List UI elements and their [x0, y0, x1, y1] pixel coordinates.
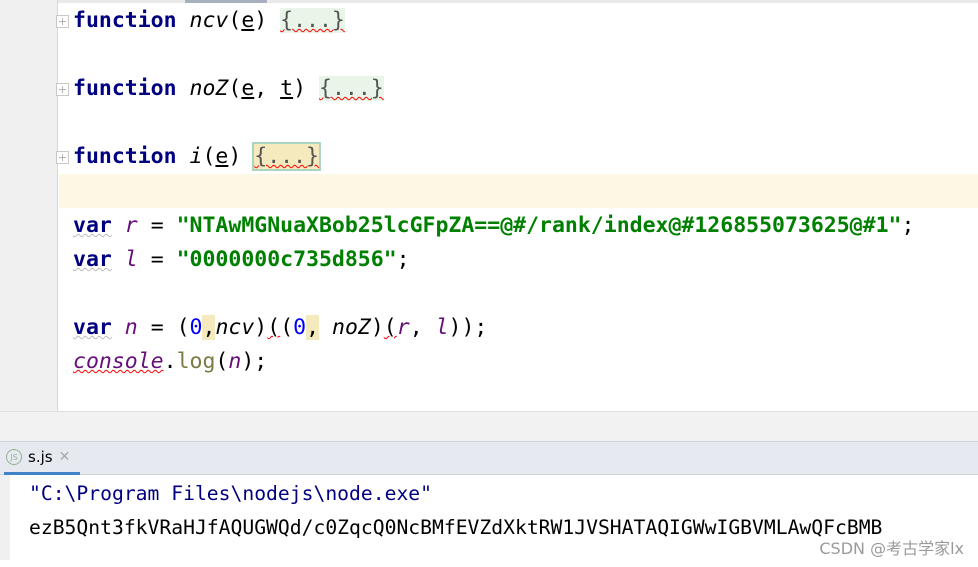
tab-label: s.js	[28, 448, 53, 466]
code-line-var-l[interactable]: var l = "0000000c735d856";	[73, 243, 410, 277]
param: e	[241, 76, 255, 101]
watermark: CSDN @考古学家lx	[819, 539, 964, 558]
variable: n	[228, 349, 242, 374]
param: e	[241, 8, 255, 33]
keyword: function	[73, 144, 177, 169]
number-literal: 0	[293, 315, 307, 340]
param: t	[280, 76, 294, 101]
string-literal: "0000000c735d856"	[176, 247, 397, 272]
function-name: noZ	[189, 76, 229, 101]
plus-box-icon[interactable]: +	[56, 151, 69, 164]
close-icon[interactable]: ✕	[59, 449, 71, 465]
folded-code-placeholder[interactable]: {...}	[319, 76, 384, 101]
variable: l	[124, 247, 138, 272]
plus-box-icon[interactable]: +	[56, 83, 69, 96]
tab-run-s-js[interactable]: JS s.js ✕	[4, 442, 80, 475]
panel-divider[interactable]	[0, 411, 978, 441]
console-object: console	[73, 349, 164, 374]
folded-code-placeholder[interactable]: {...}	[252, 142, 321, 171]
plus-box-icon[interactable]: +	[56, 15, 69, 28]
keyword: function	[73, 8, 177, 33]
keyword: var	[73, 247, 112, 272]
variable: r	[396, 315, 410, 340]
string-literal: "NTAwMGNuaXBob25lcGFpZA==@#/rank/index@#…	[176, 213, 902, 238]
console-command: "C:\Program Files\nodejs\node.exe"	[29, 482, 432, 505]
variable: r	[124, 213, 138, 238]
code-line-console-log[interactable]: console.log(n);	[73, 345, 267, 379]
code-editor[interactable]: + function ncv(e) {...} + function noZ(e…	[0, 0, 978, 411]
horizontal-scrollbar-thumb[interactable]	[185, 0, 267, 3]
number-literal: 0	[189, 315, 203, 340]
folded-code-placeholder[interactable]: {...}	[280, 8, 345, 33]
keyword: var	[73, 213, 112, 238]
variable: l	[435, 315, 449, 340]
keyword: var	[73, 315, 112, 340]
param: e	[215, 144, 229, 169]
function-ref: ncv	[215, 315, 255, 340]
code-line-var-r[interactable]: var r = "NTAwMGNuaXBob25lcGFpZA==@#/rank…	[73, 209, 914, 243]
keyword: function	[73, 76, 177, 101]
function-name: ncv	[189, 8, 229, 33]
code-line-function-ncv[interactable]: function ncv(e) {...}	[73, 4, 345, 38]
current-line-highlight	[59, 174, 978, 208]
editor-gutter	[4, 0, 58, 411]
code-line-function-i[interactable]: function i(e) {...}	[73, 140, 321, 174]
console-output: ezB5Qnt3fkVRaHJfAQUGWQd/c0ZqcQ0NcBMfEVZd…	[29, 516, 883, 539]
variable: n	[124, 315, 138, 340]
function-ref: noZ	[332, 315, 371, 340]
function-name: i	[189, 144, 203, 169]
code-line-function-noZ[interactable]: function noZ(e, t) {...}	[73, 72, 384, 106]
run-tab-bar: JS s.js ✕	[0, 441, 978, 475]
nodejs-icon: JS	[6, 449, 22, 465]
bottom-edge	[0, 560, 978, 567]
code-line-var-n[interactable]: var n = (0,ncv)((0, noZ)(r, l));	[73, 311, 487, 345]
method-name: log	[176, 349, 216, 374]
